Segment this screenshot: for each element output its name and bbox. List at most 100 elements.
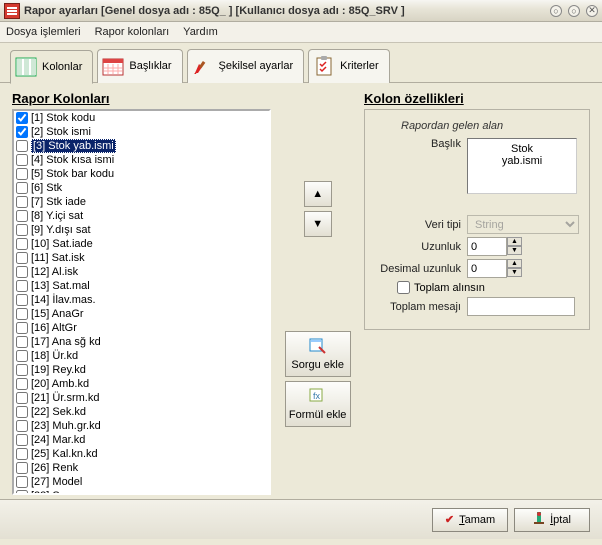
columns-listbox[interactable]: [1] Stok kodu[2] Stok ismi[3] Stok yab.i… <box>12 109 271 495</box>
list-item[interactable]: [17] Ana sğ kd <box>14 335 269 349</box>
list-item[interactable]: [8] Y.içi sat <box>14 209 269 223</box>
list-item[interactable]: [12] Al.isk <box>14 265 269 279</box>
list-item[interactable]: [21] Ür.srm.kd <box>14 391 269 405</box>
list-item[interactable]: [25] Kal.kn.kd <box>14 447 269 461</box>
baslik-input[interactable]: Stok yab.ismi <box>467 138 577 194</box>
add-formula-button[interactable]: fx Formül ekle <box>285 381 351 427</box>
list-item[interactable]: [5] Stok bar kodu <box>14 167 269 181</box>
columns-icon <box>15 56 37 78</box>
list-item[interactable]: [16] AltGr <box>14 321 269 335</box>
tab-kriterler[interactable]: Kriterler <box>308 49 390 83</box>
svg-text:fx: fx <box>313 391 321 401</box>
list-item-label: [23] Muh.gr.kd <box>31 420 101 432</box>
uzunluk-up[interactable]: ▲ <box>507 237 522 246</box>
ok-label: amam <box>465 514 496 526</box>
move-down-button[interactable]: ▼ <box>304 211 332 237</box>
list-item[interactable]: [22] Sek.kd <box>14 405 269 419</box>
list-item-checkbox[interactable] <box>16 364 28 376</box>
add-query-button[interactable]: Sorgu ekle <box>285 331 351 377</box>
list-item-checkbox[interactable] <box>16 196 28 208</box>
list-item-checkbox[interactable] <box>16 154 28 166</box>
tab-kolonlar[interactable]: Kolonlar <box>10 50 93 84</box>
list-item[interactable]: [13] Sat.mal <box>14 279 269 293</box>
list-item-checkbox[interactable] <box>16 210 28 222</box>
desimal-down[interactable]: ▼ <box>507 268 522 277</box>
list-item-checkbox[interactable] <box>16 224 28 236</box>
desimal-up[interactable]: ▲ <box>507 259 522 268</box>
list-item-checkbox[interactable] <box>16 140 28 152</box>
list-item[interactable]: [3] Stok yab.ismi <box>14 139 269 153</box>
list-item[interactable]: [14] İlav.mas. <box>14 293 269 307</box>
list-item-checkbox[interactable] <box>16 294 28 306</box>
tab-basliklar[interactable]: Başlıklar <box>97 49 182 83</box>
brush-icon <box>192 55 214 77</box>
list-item-checkbox[interactable] <box>16 378 28 390</box>
list-item-checkbox[interactable] <box>16 266 28 278</box>
toplam-mesaji-input[interactable] <box>467 297 575 316</box>
minimize-button[interactable]: ○ <box>550 5 562 17</box>
ok-button[interactable]: ✔ Tamam <box>432 508 508 532</box>
list-item-checkbox[interactable] <box>16 252 28 264</box>
query-icon <box>309 338 327 357</box>
list-item[interactable]: [20] Amb.kd <box>14 377 269 391</box>
properties-subtitle: Rapordan gelen alan <box>401 120 579 132</box>
list-item-checkbox[interactable] <box>16 476 28 488</box>
list-item-label: [28] Sezon <box>31 490 84 495</box>
menu-yardim[interactable]: Yardım <box>183 26 218 38</box>
move-up-button[interactable]: ▲ <box>304 181 332 207</box>
list-item-checkbox[interactable] <box>16 182 28 194</box>
list-item-checkbox[interactable] <box>16 392 28 404</box>
list-item[interactable]: [7] Stk iade <box>14 195 269 209</box>
list-item-checkbox[interactable] <box>16 238 28 250</box>
list-item-label: [19] Rey.kd <box>31 364 86 376</box>
menu-dosya[interactable]: Dosya işlemleri <box>6 26 81 38</box>
right-title: Kolon özellikleri <box>364 91 590 106</box>
list-item[interactable]: [23] Muh.gr.kd <box>14 419 269 433</box>
list-item-checkbox[interactable] <box>16 168 28 180</box>
list-item-checkbox[interactable] <box>16 406 28 418</box>
list-item[interactable]: [9] Y.dışı sat <box>14 223 269 237</box>
list-item-checkbox[interactable] <box>16 280 28 292</box>
list-item[interactable]: [18] Ür.kd <box>14 349 269 363</box>
list-item-checkbox[interactable] <box>16 112 28 124</box>
list-item-checkbox[interactable] <box>16 420 28 432</box>
app-icon <box>4 3 20 19</box>
list-item-checkbox[interactable] <box>16 434 28 446</box>
list-item-checkbox[interactable] <box>16 336 28 348</box>
list-item[interactable]: [19] Rey.kd <box>14 363 269 377</box>
cancel-button[interactable]: İptal <box>514 508 590 532</box>
list-item-checkbox[interactable] <box>16 308 28 320</box>
list-item[interactable]: [15] AnaGr <box>14 307 269 321</box>
close-button[interactable]: ✕ <box>586 5 598 17</box>
menu-bar: Dosya işlemleri Rapor kolonları Yardım <box>0 22 602 43</box>
list-item-checkbox[interactable] <box>16 322 28 334</box>
tab-sekilsel[interactable]: Şekilsel ayarlar <box>187 49 305 83</box>
list-item-checkbox[interactable] <box>16 462 28 474</box>
list-item-checkbox[interactable] <box>16 490 28 495</box>
veri-tipi-select[interactable]: String <box>467 215 579 234</box>
list-item-checkbox[interactable] <box>16 350 28 362</box>
list-item[interactable]: [28] Sezon <box>14 489 269 495</box>
list-item[interactable]: [4] Stok kısa ismi <box>14 153 269 167</box>
list-item-label: [22] Sek.kd <box>31 406 86 418</box>
list-item-checkbox[interactable] <box>16 126 28 138</box>
list-item[interactable]: [27] Model <box>14 475 269 489</box>
list-item[interactable]: [2] Stok ismi <box>14 125 269 139</box>
list-item[interactable]: [10] Sat.iade <box>14 237 269 251</box>
menu-rapor[interactable]: Rapor kolonları <box>95 26 170 38</box>
uzunluk-input[interactable] <box>467 237 507 256</box>
clipboard-icon <box>313 55 335 77</box>
list-item[interactable]: [11] Sat.isk <box>14 251 269 265</box>
list-item[interactable]: [1] Stok kodu <box>14 111 269 125</box>
list-item-checkbox[interactable] <box>16 448 28 460</box>
desimal-input[interactable] <box>467 259 507 278</box>
toplam-checkbox-label: Toplam alınsın <box>414 282 485 294</box>
list-item[interactable]: [24] Mar.kd <box>14 433 269 447</box>
toplam-checkbox[interactable] <box>397 281 410 294</box>
maximize-button[interactable]: ○ <box>568 5 580 17</box>
down-icon: ▼ <box>312 218 323 230</box>
list-item[interactable]: [26] Renk <box>14 461 269 475</box>
uzunluk-down[interactable]: ▼ <box>507 246 522 255</box>
list-item[interactable]: [6] Stk <box>14 181 269 195</box>
cancel-label: ptal <box>553 514 571 526</box>
